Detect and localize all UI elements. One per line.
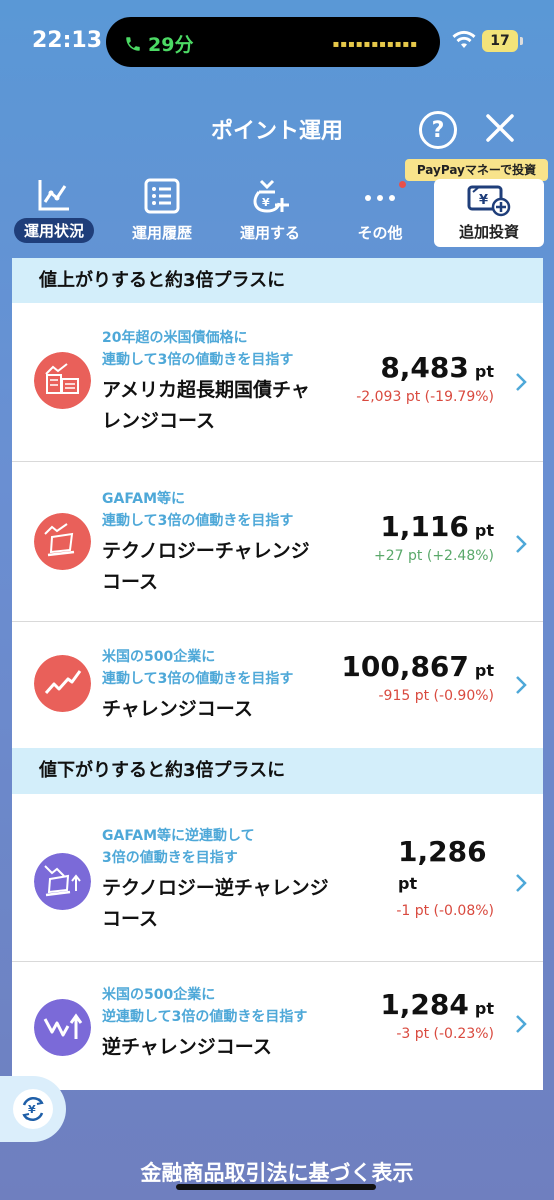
notification-dot (399, 181, 406, 188)
add-investment-button[interactable]: ¥ 追加投資 (434, 179, 544, 247)
battery-tip (520, 37, 523, 45)
phone-icon (126, 36, 140, 51)
chevron-right-icon (516, 535, 527, 553)
points-change: -2,093 pt (-19.79%) (356, 389, 494, 405)
course-name: アメリカ超長期国債チャ レンジコース (102, 379, 310, 432)
close-icon[interactable] (484, 110, 516, 146)
course-points: 8,483 pt (380, 351, 494, 384)
course-points: 1,286 pt (398, 835, 488, 893)
svg-text:¥: ¥ (479, 193, 488, 208)
help-button[interactable]: ? (419, 111, 457, 149)
wifi-icon (452, 30, 476, 48)
chevron-right-icon (516, 1015, 527, 1033)
battery-indicator: 17 (482, 30, 518, 52)
course-points: 1,284 pt (380, 988, 494, 1021)
points-change: +27 pt (+2.48%) (374, 548, 494, 564)
tab-label: その他 (357, 224, 403, 242)
list-icon (144, 178, 180, 214)
points-unit: pt (474, 521, 494, 540)
paypay-money-badge: PayPayマネーで投資 (405, 159, 548, 181)
tab-more[interactable]: その他 (330, 170, 430, 246)
yen-refresh-icon: ¥ (22, 1096, 44, 1122)
tab-history[interactable]: 運用履歴 (112, 170, 212, 246)
chevron-right-icon (516, 676, 527, 694)
course-card[interactable]: 20年超の米国債価格に 連動して3倍の値動きを目指す アメリカ超長期国債チャ レ… (12, 303, 543, 462)
course-description: GAFAM等に 連動して3倍の値動きを目指す (102, 491, 294, 529)
bond-chart-icon (34, 352, 91, 409)
course-description: 20年超の米国債価格に 連動して3倍の値動きを目指す (102, 330, 294, 368)
points-value: 1,284 (380, 988, 469, 1021)
points-value: 8,483 (380, 351, 469, 384)
trend-up-icon (34, 655, 91, 712)
points-unit: pt (474, 661, 494, 680)
fab-inner: ¥ (13, 1089, 53, 1129)
status-time: 22:13 (32, 28, 103, 53)
points-value: 1,286 (398, 835, 487, 868)
course-points: 100,867 pt (341, 650, 494, 683)
yen-card-plus-icon: ¥ (467, 185, 511, 217)
home-indicator[interactable] (176, 1184, 376, 1190)
course-name: テクノロジー逆チャレンジ コース (102, 877, 329, 930)
course-name: テクノロジーチャレンジ コース (102, 540, 310, 593)
course-card[interactable]: 米国の500企業に 連動して3倍の値動きを目指す チャレンジコース 100,86… (12, 622, 543, 748)
course-name: チャレンジコース (102, 698, 253, 720)
svg-text:¥: ¥ (262, 196, 270, 209)
points-value: 100,867 (341, 650, 469, 683)
course-list: 値上がりすると約3倍プラスに 20年超の米国債価格に 連動して3倍の値動きを目指… (12, 258, 543, 1090)
tab-label: 運用履歴 (131, 224, 192, 242)
points-change: -3 pt (-0.23%) (396, 1026, 494, 1042)
course-description: 米国の500企業に 連動して3倍の値動きを目指す (102, 649, 294, 687)
laptop-reverse-icon (34, 853, 91, 910)
chart-line-icon (38, 180, 69, 211)
money-bag-plus-icon: ¥ (253, 179, 289, 213)
page-title: ポイント運用 (210, 119, 343, 144)
tab-label: 運用状況 (13, 218, 94, 243)
waveform-icon: ▪▪▪▪▪▪▪▪▪▪▪ (332, 39, 418, 50)
points-change: -1 pt (-0.08%) (396, 903, 494, 919)
section-header-down: 値下がりすると約3倍プラスに (12, 748, 543, 794)
section-header-up: 値上がりすると約3倍プラスに (12, 258, 543, 303)
course-points: 1,116 pt (380, 510, 494, 543)
course-description: 米国の500企業に 逆連動して3倍の値動きを目指す (102, 987, 308, 1025)
points-change: -915 pt (-0.90%) (378, 688, 495, 704)
legal-disclosure-link[interactable]: 金融商品取引法に基づく表示 (0, 1157, 554, 1187)
tab-label: 追加投資 (458, 223, 519, 241)
tab-invest[interactable]: ¥ 運用する (220, 170, 320, 246)
chevron-right-icon (516, 373, 527, 391)
call-duration: 29分 (148, 34, 194, 56)
tab-status[interactable]: 運用状況 (4, 170, 104, 246)
more-dots-icon (365, 195, 395, 201)
laptop-chart-icon (34, 513, 91, 570)
call-indicator[interactable]: 29分 (124, 30, 193, 57)
points-unit: pt (474, 999, 494, 1018)
chevron-right-icon (516, 874, 527, 892)
course-description: GAFAM等に逆連動して 3倍の値動きを目指す (102, 828, 255, 866)
course-name: 逆チャレンジコース (102, 1036, 272, 1058)
course-card[interactable]: 米国の500企業に 逆連動して3倍の値動きを目指す 逆チャレンジコース 1,28… (12, 962, 543, 1090)
reverse-trend-icon (34, 999, 91, 1056)
points-unit: pt (474, 362, 494, 381)
course-card[interactable]: GAFAM等に 連動して3倍の値動きを目指す テクノロジーチャレンジ コース 1… (12, 462, 543, 622)
floating-exchange-button[interactable]: ¥ (0, 1076, 66, 1142)
status-bar: 22:13 29分 ▪▪▪▪▪▪▪▪▪▪▪ 17 (0, 0, 554, 90)
points-unit: pt (398, 874, 418, 893)
course-card[interactable]: GAFAM等に逆連動して 3倍の値動きを目指す テクノロジー逆チャレンジ コース… (12, 803, 543, 962)
points-value: 1,116 (380, 510, 469, 543)
tab-label: 運用する (239, 224, 300, 242)
dynamic-island[interactable]: 29分 ▪▪▪▪▪▪▪▪▪▪▪ (106, 17, 440, 67)
svg-text:¥: ¥ (28, 1103, 36, 1116)
